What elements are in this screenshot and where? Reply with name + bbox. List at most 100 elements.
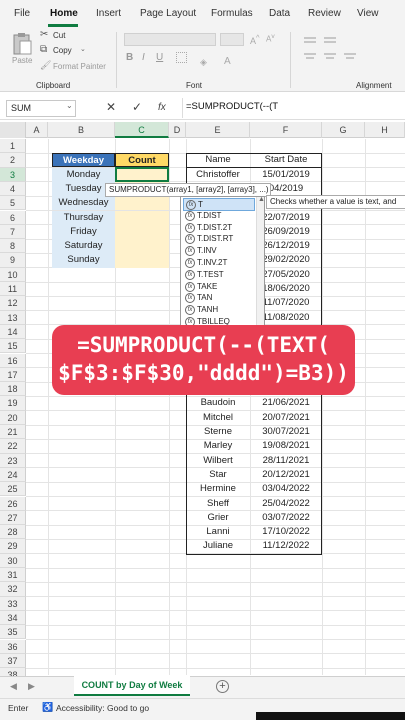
weekday-cell[interactable]: Friday [52,224,115,240]
active-cell[interactable] [115,167,169,182]
alignment-icons[interactable] [300,34,380,64]
row-header-13[interactable]: 13 [0,310,26,325]
name-cell[interactable]: Hermine [186,482,250,496]
row-header-7[interactable]: 7 [0,224,26,240]
name-cell[interactable]: Baudoin [186,396,250,410]
column-header-c[interactable]: C [115,122,169,138]
row-header-3[interactable]: 3 [0,167,26,182]
row-header-17[interactable]: 17 [0,367,26,383]
name-cell[interactable]: Mitchel [186,411,250,425]
autocomplete-item[interactable]: fx T [183,198,255,211]
row-header-10[interactable]: 10 [0,267,26,282]
enter-formula-button[interactable]: ✓ [132,100,142,114]
start-date-cell[interactable]: 20/12/2021 [250,468,322,482]
underline-button[interactable]: U [156,52,163,63]
start-date-cell[interactable]: 17/10/2022 [250,525,322,539]
row-header-6[interactable]: 6 [0,210,26,225]
autocomplete-item[interactable]: fx T.DIST [183,210,255,223]
row-header-28[interactable]: 28 [0,525,26,540]
select-all-corner[interactable] [0,122,26,138]
autocomplete-item[interactable]: fx T.INV.2T [183,257,255,270]
column-header-e[interactable]: E [186,122,250,138]
row-header-18[interactable]: 18 [0,382,26,397]
name-cell[interactable]: Sheff [186,497,250,511]
count-header[interactable]: Count [115,153,169,168]
row-header-23[interactable]: 23 [0,453,26,468]
name-cell[interactable]: Sterne [186,425,250,439]
format-painter-button[interactable]: 🖌 Format Painter [40,60,112,73]
borders-button[interactable] [176,52,187,63]
autocomplete-item[interactable]: fx TAKE [183,281,255,294]
name-cell[interactable]: Marley [186,439,250,453]
function-autocomplete-list[interactable]: fx Tfx T.DIST fx T.DIST.2T fx T.DIST.RT fx T.INV… [180,196,265,327]
start-date-cell[interactable]: 20/07/2021 [250,411,322,425]
weekday-cell[interactable]: Sunday [52,253,115,268]
row-header-30[interactable]: 30 [0,553,26,568]
row-header-21[interactable]: 21 [0,425,26,440]
count-cell[interactable] [115,224,169,240]
row-header-36[interactable]: 36 [0,639,26,654]
prev-sheet-icon[interactable]: ◀ [10,681,17,692]
row-header-20[interactable]: 20 [0,410,26,425]
row-header-12[interactable]: 12 [0,296,26,311]
weekday-cell[interactable]: Thursday [52,210,115,225]
start-date-cell[interactable]: 15/01/2019 [250,168,322,182]
weekday-cell[interactable]: Wednesday [52,196,115,211]
count-cell[interactable] [115,210,169,225]
row-header-19[interactable]: 19 [0,396,26,411]
name-cell[interactable]: Grier [186,511,250,525]
sheet-tab-count-by-day[interactable]: COUNT by Day of Week [74,676,190,696]
name-cell[interactable]: Juliane [186,539,250,553]
chevron-down-icon[interactable]: ⌄ [66,101,73,110]
menu-insert[interactable]: Insert [96,8,121,19]
start-date-cell[interactable]: 03/07/2022 [250,511,322,525]
row-header-2[interactable]: 2 [0,153,26,168]
bold-button[interactable]: B [126,52,133,63]
accessibility-icon[interactable]: ♿ [42,702,53,713]
name-cell[interactable]: Lanni [186,525,250,539]
row-header-16[interactable]: 16 [0,353,26,368]
italic-button[interactable]: I [142,52,145,63]
row-header-34[interactable]: 34 [0,610,26,626]
column-header-f[interactable]: F [250,122,322,138]
cut-button[interactable]: ✂ Cut [40,29,90,42]
copy-button[interactable]: ⧉ Copy ⌄ [40,44,90,57]
weekday-header[interactable]: Weekday [52,153,115,168]
autocomplete-item[interactable]: fx T.DIST.2T [183,222,255,235]
count-cell[interactable] [115,196,169,211]
row-header-14[interactable]: 14 [0,324,26,340]
name-cell[interactable]: Star [186,468,250,482]
count-cell[interactable] [115,253,169,268]
name-header[interactable]: Name [186,153,250,168]
start-date-cell[interactable]: 03/04/2022 [250,482,322,496]
start-date-cell[interactable]: 11/12/2022 [250,539,322,553]
cancel-formula-button[interactable]: ✕ [106,100,116,114]
menu-review[interactable]: Review [308,8,341,19]
autocomplete-item[interactable]: fx T.INV [183,245,255,258]
paste-button[interactable]: Paste [8,30,36,70]
autocomplete-item[interactable]: fx TANH [183,304,255,317]
row-header-4[interactable]: 4 [0,181,26,197]
row-header-5[interactable]: 5 [0,196,26,211]
menu-page-layout[interactable]: Page Layout [140,8,196,19]
weekday-cell[interactable]: Monday [52,167,115,182]
row-header-26[interactable]: 26 [0,496,26,511]
insert-function-button[interactable]: fx [158,102,166,113]
autocomplete-item[interactable]: fx TAN [183,292,255,305]
name-cell[interactable]: Christoffer [186,168,250,182]
font-shrink-icon[interactable]: Av [266,33,275,44]
row-header-22[interactable]: 22 [0,439,26,454]
menu-data[interactable]: Data [269,8,290,19]
menu-view[interactable]: View [357,8,379,19]
menu-home[interactable]: Home [50,8,78,19]
scroll-up-icon[interactable]: ▲ [258,196,265,203]
row-header-24[interactable]: 24 [0,467,26,483]
start-date-cell[interactable]: 28/11/2021 [250,454,322,468]
row-header-25[interactable]: 25 [0,482,26,497]
weekday-cell[interactable]: Saturday [52,239,115,254]
row-header-37[interactable]: 37 [0,653,26,669]
accessibility-status[interactable]: Accessibility: Good to go [56,703,149,713]
row-header-29[interactable]: 29 [0,539,26,554]
column-header-h[interactable]: H [365,122,405,138]
row-header-35[interactable]: 35 [0,625,26,640]
